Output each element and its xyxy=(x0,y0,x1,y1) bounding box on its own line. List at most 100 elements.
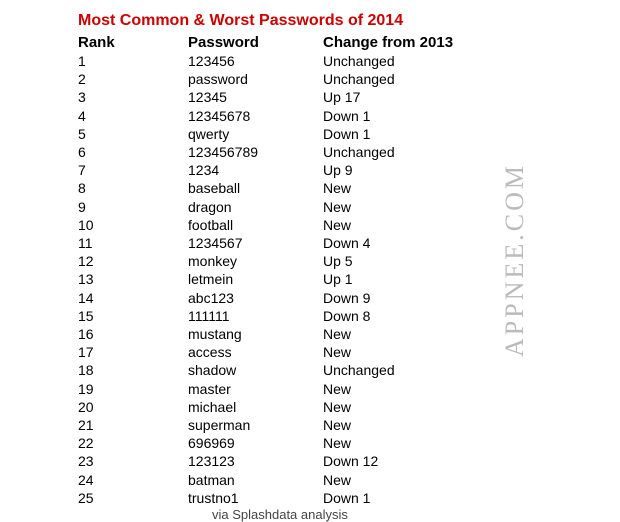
cell-change: New xyxy=(323,198,523,216)
table-row: 17accessNew xyxy=(78,343,620,361)
cell-rank: 9 xyxy=(78,198,188,216)
cell-password: 12345 xyxy=(188,88,323,106)
cell-password: trustno1 xyxy=(188,489,323,507)
cell-rank: 10 xyxy=(78,216,188,234)
cell-change: New xyxy=(323,434,523,452)
cell-change: Down 1 xyxy=(323,125,523,143)
table-row: 25trustno1Down 1 xyxy=(78,489,620,507)
table-row: 5qwertyDown 1 xyxy=(78,125,620,143)
cell-change: Unchanged xyxy=(323,143,523,161)
header-change: Change from 2013 xyxy=(323,34,523,51)
table-row: 1123456Unchanged xyxy=(78,52,620,70)
cell-rank: 20 xyxy=(78,398,188,416)
cell-change: New xyxy=(323,471,523,489)
cell-password: access xyxy=(188,343,323,361)
table-row: 23123123Down 12 xyxy=(78,452,620,470)
cell-change: Down 4 xyxy=(323,234,523,252)
cell-change: Down 1 xyxy=(323,107,523,125)
cell-rank: 15 xyxy=(78,307,188,325)
cell-rank: 2 xyxy=(78,70,188,88)
cell-rank: 8 xyxy=(78,179,188,197)
cell-password: baseball xyxy=(188,179,323,197)
cell-password: michael xyxy=(188,398,323,416)
cell-rank: 12 xyxy=(78,252,188,270)
cell-password: abc123 xyxy=(188,289,323,307)
cell-change: New xyxy=(323,216,523,234)
cell-password: password xyxy=(188,70,323,88)
table-row: 13letmeinUp 1 xyxy=(78,270,620,288)
table-row: 9dragonNew xyxy=(78,198,620,216)
table-row: 12monkeyUp 5 xyxy=(78,252,620,270)
cell-change: New xyxy=(323,380,523,398)
cell-rank: 19 xyxy=(78,380,188,398)
cell-rank: 1 xyxy=(78,52,188,70)
cell-change: New xyxy=(323,398,523,416)
table-row: 71234Up 9 xyxy=(78,161,620,179)
table-row: 21supermanNew xyxy=(78,416,620,434)
cell-password: superman xyxy=(188,416,323,434)
table-row: 24batmanNew xyxy=(78,471,620,489)
table-row: 10footballNew xyxy=(78,216,620,234)
cell-password: 123123 xyxy=(188,452,323,470)
cell-rank: 6 xyxy=(78,143,188,161)
cell-rank: 4 xyxy=(78,107,188,125)
cell-rank: 25 xyxy=(78,489,188,507)
cell-password: 696969 xyxy=(188,434,323,452)
cell-rank: 23 xyxy=(78,452,188,470)
table-row: 22696969New xyxy=(78,434,620,452)
table-row: 6123456789Unchanged xyxy=(78,143,620,161)
cell-password: batman xyxy=(188,471,323,489)
page-title: Most Common & Worst Passwords of 2014 xyxy=(78,12,620,30)
cell-rank: 3 xyxy=(78,88,188,106)
cell-rank: 13 xyxy=(78,270,188,288)
cell-change: Up 9 xyxy=(323,161,523,179)
cell-change: Up 5 xyxy=(323,252,523,270)
cell-password: letmein xyxy=(188,270,323,288)
cell-change: Down 8 xyxy=(323,307,523,325)
cell-change: New xyxy=(323,179,523,197)
table-row: 312345Up 17 xyxy=(78,88,620,106)
cell-password: 123456 xyxy=(188,52,323,70)
cell-rank: 14 xyxy=(78,289,188,307)
cell-password: 123456789 xyxy=(188,143,323,161)
watermark: APPNEE.COM xyxy=(500,163,530,357)
cell-change: Down 9 xyxy=(323,289,523,307)
table-row: 15111111Down 8 xyxy=(78,307,620,325)
cell-rank: 17 xyxy=(78,343,188,361)
cell-password: shadow xyxy=(188,361,323,379)
cell-change: Up 1 xyxy=(323,270,523,288)
table-header-row: Rank Password Change from 2013 xyxy=(78,34,620,51)
cell-password: master xyxy=(188,380,323,398)
cell-password: football xyxy=(188,216,323,234)
cell-password: 1234 xyxy=(188,161,323,179)
cell-change: Unchanged xyxy=(323,70,523,88)
cell-password: 1234567 xyxy=(188,234,323,252)
table-row: 14abc123Down 9 xyxy=(78,289,620,307)
cell-password: 111111 xyxy=(188,307,323,325)
cell-rank: 18 xyxy=(78,361,188,379)
cell-rank: 7 xyxy=(78,161,188,179)
cell-change: Unchanged xyxy=(323,52,523,70)
cell-change: Down 12 xyxy=(323,452,523,470)
table-row: 18shadowUnchanged xyxy=(78,361,620,379)
table-row: 111234567Down 4 xyxy=(78,234,620,252)
table-row: 19masterNew xyxy=(78,380,620,398)
table-row: 20michaelNew xyxy=(78,398,620,416)
cell-rank: 22 xyxy=(78,434,188,452)
cell-rank: 5 xyxy=(78,125,188,143)
cell-change: New xyxy=(323,416,523,434)
cell-password: monkey xyxy=(188,252,323,270)
table-row: 16mustangNew xyxy=(78,325,620,343)
table-body: 1123456Unchanged2passwordUnchanged312345… xyxy=(78,52,620,507)
cell-change: Down 1 xyxy=(323,489,523,507)
cell-rank: 11 xyxy=(78,234,188,252)
table-row: 2passwordUnchanged xyxy=(78,70,620,88)
cell-password: qwerty xyxy=(188,125,323,143)
cell-password: dragon xyxy=(188,198,323,216)
cell-rank: 24 xyxy=(78,471,188,489)
cell-password: 12345678 xyxy=(188,107,323,125)
cell-rank: 21 xyxy=(78,416,188,434)
cell-password: mustang xyxy=(188,325,323,343)
cell-change: Unchanged xyxy=(323,361,523,379)
table-row: 8baseballNew xyxy=(78,179,620,197)
